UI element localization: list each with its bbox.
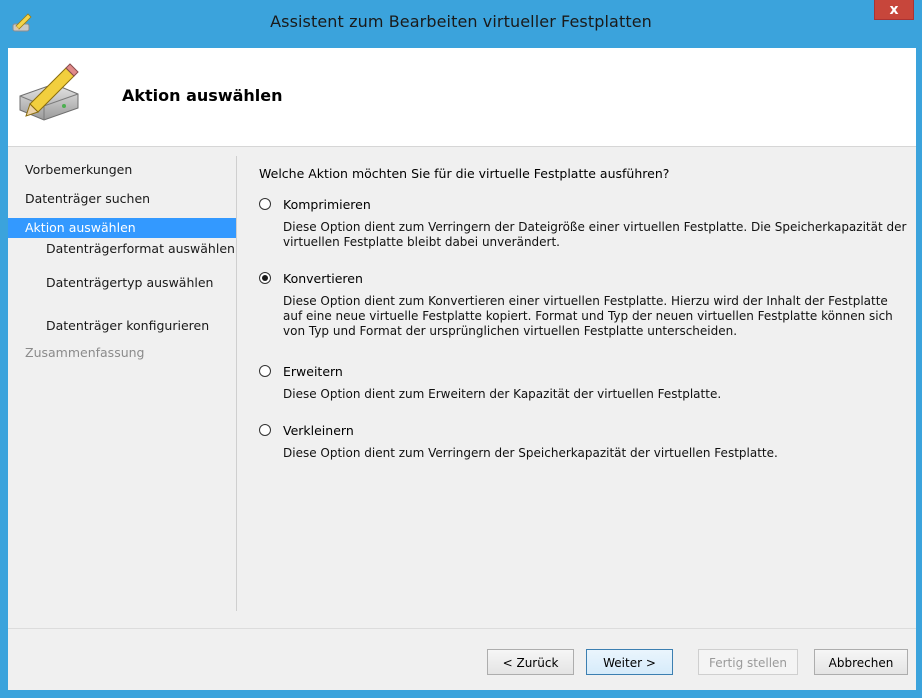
finish-button: Fertig stellen	[698, 649, 798, 675]
disk-edit-icon	[19, 63, 79, 121]
footer-divider	[8, 628, 916, 629]
nav-item-aktion-auswaehlen[interactable]: Aktion auswählen	[8, 218, 236, 238]
radio-erweitern[interactable]: Erweitern	[259, 363, 909, 381]
back-button[interactable]: < Zurück	[487, 649, 574, 675]
radio-label[interactable]: Konvertieren	[283, 271, 363, 286]
title-bar: Assistent zum Bearbeiten virtueller Fest…	[0, 0, 922, 48]
option-description: Diese Option dient zum Konvertieren eine…	[283, 294, 893, 338]
option-konvertieren: Konvertieren Diese Option dient zum Konv…	[259, 270, 909, 339]
radio-label[interactable]: Verkleinern	[283, 423, 354, 438]
close-button[interactable]: x	[874, 0, 914, 20]
radio-button[interactable]	[259, 365, 271, 377]
option-description: Diese Option dient zum Verringern der Sp…	[283, 446, 778, 460]
option-komprimieren: Komprimieren Diese Option dient zum Verr…	[259, 196, 909, 250]
option-description: Diese Option dient zum Erweitern der Kap…	[283, 387, 722, 401]
radio-button[interactable]	[259, 424, 271, 436]
nav-item-datentraeger-suchen[interactable]: Datenträger suchen	[8, 189, 236, 209]
nav-item-vorbemerkungen[interactable]: Vorbemerkungen	[8, 160, 236, 180]
cancel-button[interactable]: Abbrechen	[814, 649, 908, 675]
radio-verkleinern[interactable]: Verkleinern	[259, 422, 909, 440]
option-erweitern: Erweitern Diese Option dient zum Erweite…	[259, 363, 909, 402]
wizard-client-area: Aktion auswählen Vorbemerkungen Datenträ…	[8, 48, 916, 690]
next-button[interactable]: Weiter >	[586, 649, 673, 675]
option-description: Diese Option dient zum Verringern der Da…	[283, 220, 907, 249]
nav-item-zusammenfassung: Zusammenfassung	[25, 345, 145, 360]
nav-item-datentraegertyp[interactable]: Datenträgertyp auswählen	[8, 274, 236, 306]
radio-button-checked[interactable]	[259, 272, 271, 284]
question-label: Welche Aktion möchten Sie für die virtue…	[259, 166, 670, 181]
nav-item-datentraegerformat[interactable]: Datenträgerformat auswählen	[8, 240, 236, 272]
nav-divider	[236, 156, 237, 611]
radio-button[interactable]	[259, 198, 271, 210]
radio-konvertieren[interactable]: Konvertieren	[259, 270, 909, 288]
option-verkleinern: Verkleinern Diese Option dient zum Verri…	[259, 422, 909, 461]
nav-item-datentraeger-konfigurieren[interactable]: Datenträger konfigurieren	[8, 316, 236, 336]
window-title: Assistent zum Bearbeiten virtueller Fest…	[270, 12, 652, 31]
radio-komprimieren[interactable]: Komprimieren	[259, 196, 909, 214]
wizard-header: Aktion auswählen	[8, 48, 916, 147]
page-title: Aktion auswählen	[122, 86, 283, 105]
radio-label[interactable]: Erweitern	[283, 364, 343, 379]
radio-label[interactable]: Komprimieren	[283, 197, 371, 212]
